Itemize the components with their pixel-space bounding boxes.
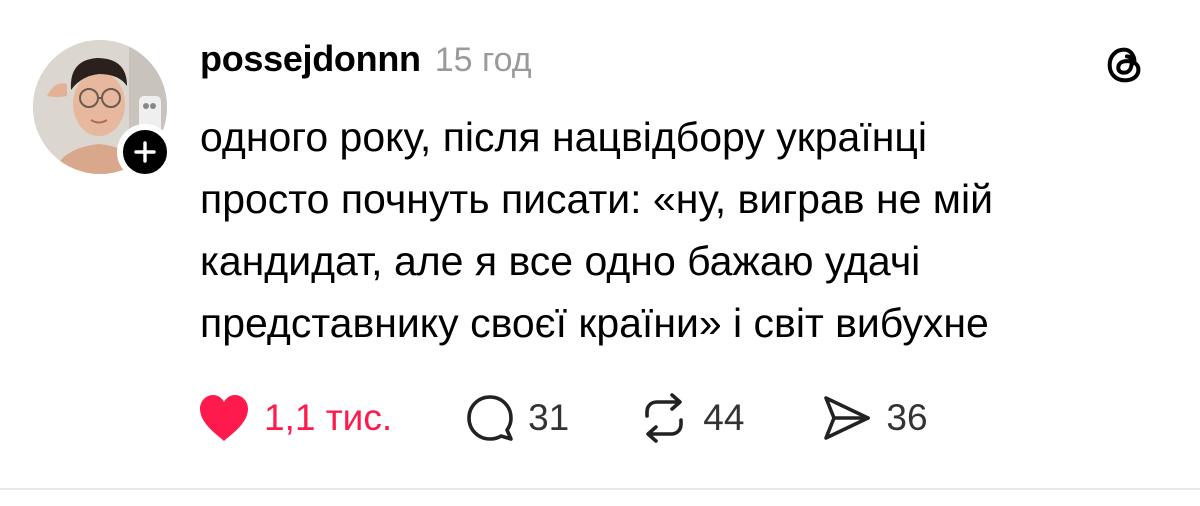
timestamp: 15 год <box>434 41 532 79</box>
reply-count: 31 <box>528 397 570 438</box>
post-divider <box>0 488 1200 490</box>
like-count: 1,1 тис. <box>264 397 393 438</box>
speech-bubble-icon <box>467 395 513 441</box>
plus-icon <box>134 141 156 163</box>
post-card: possejdonnn 15 год одного року, після на… <box>0 0 1200 506</box>
threads-logo-icon[interactable] <box>1102 42 1148 88</box>
repost-count: 44 <box>703 397 745 438</box>
post-text-line: просто почнуть писати: «ну, виграв не мі… <box>200 176 993 222</box>
post-text-line: одного року, після нацвідбору українці <box>200 114 927 160</box>
like-button[interactable]: 1,1 тис. <box>196 388 392 448</box>
follow-button[interactable] <box>117 124 173 180</box>
post-header: possejdonnn 15 год <box>200 38 532 88</box>
avatar-container <box>33 40 173 180</box>
repost-button[interactable]: 44 <box>637 388 744 448</box>
post-text-line: кандидат, але я все одно бажаю удачі <box>200 238 921 284</box>
username[interactable]: possejdonnn <box>200 38 421 80</box>
action-bar: 1,1 тис. 31 44 36 <box>196 388 928 448</box>
share-count: 36 <box>886 397 928 438</box>
reply-button[interactable]: 31 <box>464 388 569 448</box>
paper-plane-icon <box>824 396 871 440</box>
heart-filled-icon <box>200 395 248 441</box>
share-button[interactable]: 36 <box>820 388 928 448</box>
post-text-line: представнику своєї країни» і світ вибухн… <box>200 300 989 346</box>
repost-arrows-icon <box>645 393 684 443</box>
post-text: одного року, після нацвідбору українці п… <box>200 106 1160 354</box>
